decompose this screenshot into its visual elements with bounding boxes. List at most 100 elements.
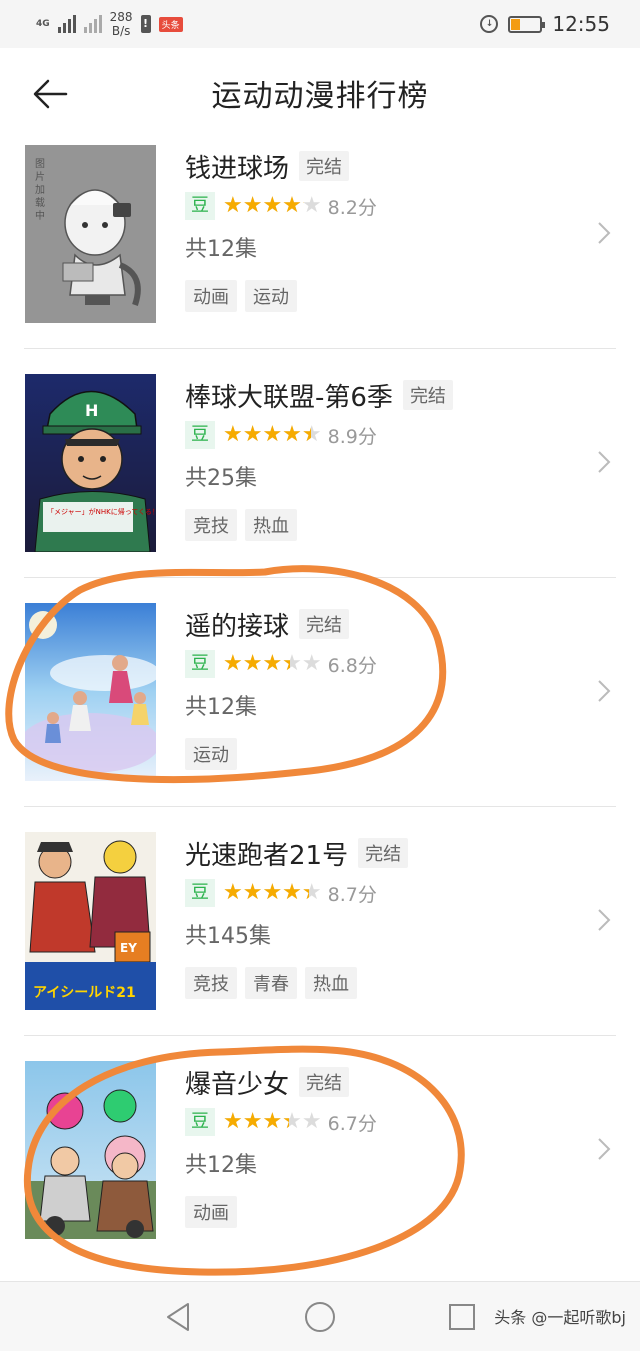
rating-row: 豆 ★★★★★★★★★★ 8.9分	[185, 419, 453, 451]
anime-list: 图 片 加 载 中 钱进球场 完结 豆 ★★★★★ ★★★★ 8.2分 共12集…	[24, 120, 616, 1265]
rating-row: 豆 ★★★★★★★★★★ 8.2分	[185, 190, 377, 222]
arrow-left-icon	[33, 79, 68, 109]
list-item[interactable]: 图 片 加 载 中 钱进球场 完结 豆 ★★★★★ ★★★★ 8.2分 共12集…	[24, 120, 616, 349]
square-recents-icon	[449, 1304, 475, 1330]
status-badge: 完结	[299, 609, 350, 639]
list-item[interactable]: 遥的接球 完结 豆 ★★★★★★★★★★ 6.8分 共12集 运动	[24, 578, 616, 807]
list-item[interactable]: H 「メジャー」がNHKに帰ってくる！ 吾郎が「夢の舞台」メジャーリーグで、いよ…	[24, 349, 616, 578]
battery-icon	[508, 15, 546, 33]
episode-count: 共12集	[185, 695, 257, 720]
chevron-right-icon	[598, 1138, 611, 1160]
chevron-right-icon	[598, 909, 611, 931]
rating-row: 豆 ★★★★★★★★★★ 6.8分	[185, 648, 377, 680]
douban-badge: 豆	[185, 650, 215, 678]
item-info: 光速跑者21号 完结 豆 ★★★★★★★★★★ 8.7分 共145集 竞技 青春…	[185, 833, 409, 999]
tag-list: 动画	[185, 1196, 377, 1228]
network-speed: 288 B/s	[109, 10, 133, 38]
item-info: 爆音少女 完结 豆 ★★★★★★★★★★ 6.7分 共12集 动画	[185, 1062, 377, 1228]
svg-text:中: 中	[35, 209, 45, 222]
triangle-back-icon	[167, 1303, 189, 1331]
poster-image	[25, 1061, 156, 1239]
tag-list: 竞技 热血	[185, 509, 453, 541]
status-badge: 完结	[299, 151, 350, 181]
douban-badge: 豆	[185, 1108, 215, 1136]
chevron-right-icon	[598, 451, 611, 473]
star-rating: ★★★★★★★★★★	[223, 880, 322, 905]
tag: 运动	[185, 738, 237, 770]
poster-image	[25, 603, 156, 781]
poster-image: H 「メジャー」がNHKに帰ってくる！ 吾郎が「夢の舞台」メジャーリーグで、いよ…	[25, 374, 156, 552]
rating-score: 8.9分	[327, 425, 377, 448]
network-type: 4G	[36, 18, 50, 29]
page-title: 运动动漫排行榜	[211, 79, 429, 114]
tag-list: 运动	[185, 738, 377, 770]
rating-row: 豆 ★★★★★★★★★★ 6.7分	[185, 1106, 377, 1138]
episode-count: 共145集	[185, 924, 271, 949]
system-nav-bar: 头条 @一起听歌bj	[0, 1281, 640, 1351]
star-rating: ★★★★★★★★★★	[223, 193, 322, 218]
signal-2-icon	[83, 15, 102, 33]
tag-list: 竞技 青春 热血	[185, 967, 408, 999]
list-item[interactable]: EY アイシールド21 光速跑者21号 完结 豆 ★★★★★★★★★★ 8.7分…	[24, 807, 616, 1036]
star-rating: ★★★★★★★★★★	[223, 422, 322, 447]
item-info: 遥的接球 完结 豆 ★★★★★★★★★★ 6.8分 共12集 运动	[185, 604, 377, 770]
signal-icon	[57, 15, 76, 33]
star-rating: ★★★★★★★★★★	[223, 1109, 322, 1134]
tag: 动画	[185, 1196, 237, 1228]
chevron-right-icon	[598, 222, 611, 244]
status-badge: 完结	[299, 1067, 350, 1097]
back-button[interactable]	[28, 74, 72, 114]
item-info: 钱进球场 完结 豆 ★★★★★★★★★★ 8.2分 共12集 动画 运动	[185, 146, 377, 312]
episode-count: 共12集	[185, 1153, 257, 1178]
svg-text:EY: EY	[120, 941, 137, 955]
chevron-right-icon	[598, 680, 611, 702]
item-title: 钱进球场	[185, 153, 290, 184]
episode-count: 共25集	[185, 466, 257, 491]
svg-text:H: H	[85, 401, 98, 420]
poster-image: 图 片 加 载 中	[25, 145, 156, 323]
nav-recents-button[interactable]	[445, 1300, 479, 1334]
circle-home-icon	[305, 1302, 335, 1332]
douban-badge: 豆	[185, 421, 215, 449]
list-item[interactable]: 爆音少女 完结 豆 ★★★★★★★★★★ 6.7分 共12集 动画	[24, 1036, 616, 1265]
item-info: 棒球大联盟-第6季 完结 豆 ★★★★★★★★★★ 8.9分 共25集 竞技 热…	[185, 375, 453, 541]
status-badge: 完结	[358, 838, 409, 868]
poster-caption: アイシールド21	[33, 985, 136, 1001]
tag: 热血	[245, 509, 297, 541]
tag: 动画	[185, 280, 237, 312]
douban-badge: 豆	[185, 192, 215, 220]
tag: 竞技	[185, 967, 237, 999]
douban-badge: 豆	[185, 879, 215, 907]
tag: 竞技	[185, 509, 237, 541]
star-rating: ★★★★★★★★★★	[223, 651, 322, 676]
nav-back-button[interactable]	[162, 1300, 196, 1334]
svg-text:加: 加	[35, 184, 45, 196]
rating-score: 8.7分	[327, 883, 377, 906]
rating-score: 6.7分	[327, 1112, 377, 1135]
item-title: 遥的接球	[185, 611, 290, 642]
watermark: 头条 @一起听歌bj	[494, 1308, 626, 1327]
data-saver-icon: ↓	[480, 15, 499, 33]
item-title: 爆音少女	[185, 1069, 290, 1100]
tag: 青春	[245, 967, 297, 999]
poster-caption: 「メジャー」がNHKに帰ってくる！ 吾郎が「夢の舞台」メジャーリーグで、いよいよ…	[47, 507, 156, 516]
clock: 12:55	[552, 12, 610, 36]
rating-row: 豆 ★★★★★★★★★★ 8.7分	[185, 877, 408, 909]
status-bar: 4G 288 B/s ! 头条 ↓ 12:55	[0, 0, 640, 48]
item-title: 棒球大联盟-第6季	[185, 382, 393, 413]
alert-icon: !	[140, 15, 151, 33]
app-notification-badge: 头条	[158, 16, 183, 32]
rating-score: 8.2分	[327, 196, 377, 219]
episode-count: 共12集	[185, 237, 257, 262]
svg-text:片: 片	[35, 170, 45, 183]
tag-list: 动画 运动	[185, 280, 377, 312]
tag: 热血	[305, 967, 357, 999]
svg-text:图: 图	[35, 158, 45, 170]
svg-text:载: 载	[35, 197, 45, 209]
status-badge: 完结	[402, 380, 453, 410]
nav-home-button[interactable]	[303, 1300, 337, 1334]
tag: 运动	[245, 280, 297, 312]
item-title: 光速跑者21号	[185, 840, 349, 871]
rating-score: 6.8分	[327, 654, 377, 677]
poster-image: EY アイシールド21	[25, 832, 156, 1010]
